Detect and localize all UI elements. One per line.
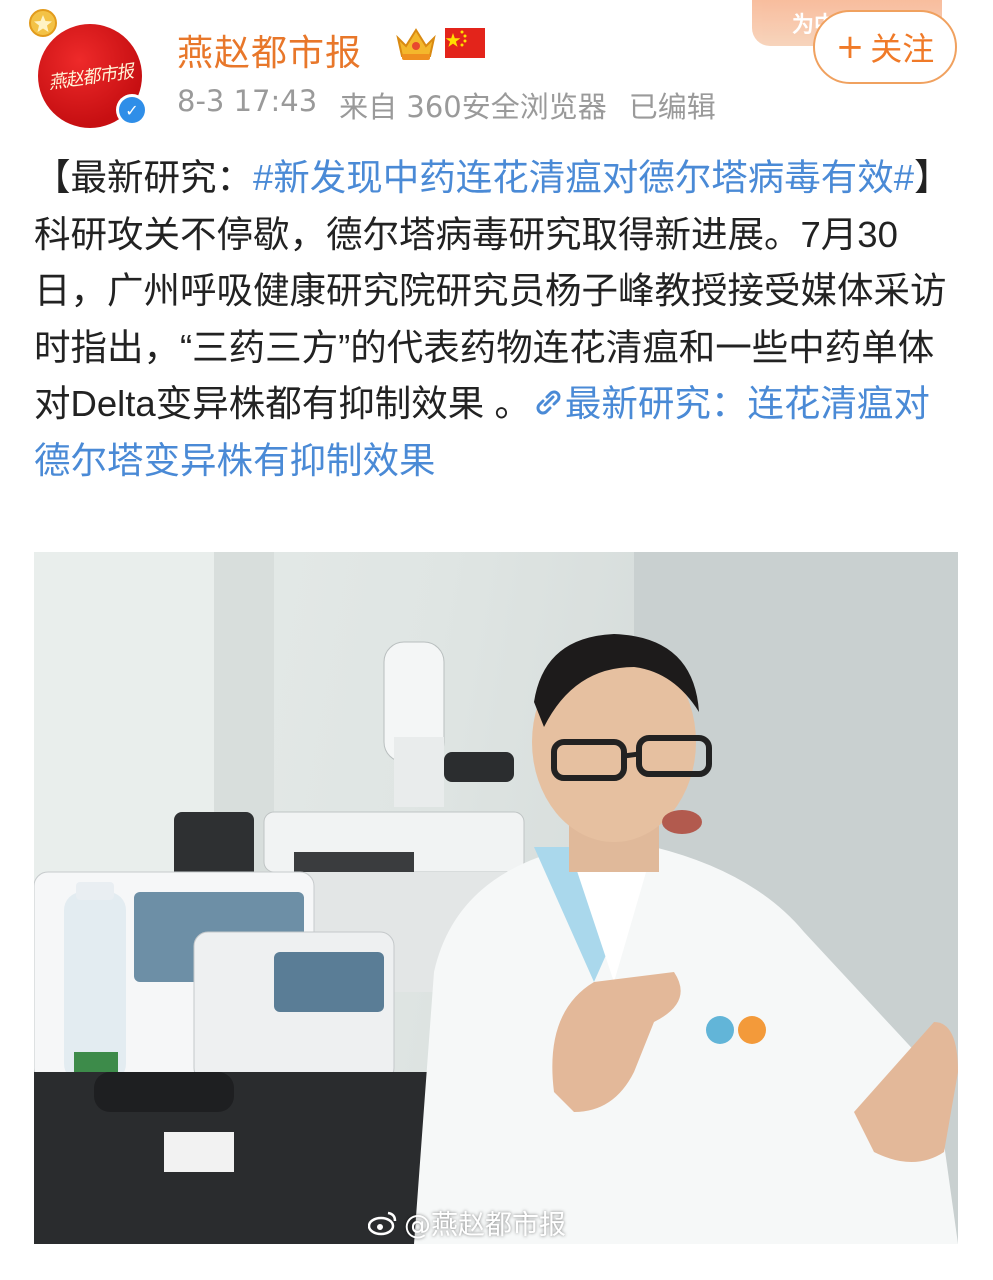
post-time: 8-3 17:43 [177, 84, 318, 118]
link-icon [536, 390, 561, 415]
verified-icon: ✓ [116, 94, 148, 126]
avatar-logo-text: 燕赵都市报 [46, 61, 134, 94]
edited-label[interactable]: 已编辑 [629, 84, 716, 126]
weibo-logo-icon [368, 1211, 397, 1235]
hashtag-link[interactable]: #新发现中药连花清瘟对德尔塔病毒有效# [253, 157, 914, 198]
plus-icon: + [835, 27, 865, 67]
post-text: 【最新研究：#新发现中药连花清瘟对德尔塔病毒有效#】科研攻关不停歇，德尔塔病毒研… [34, 150, 958, 489]
post-prefix: 【最新研究： [34, 157, 253, 198]
post-meta: 8-3 17:43 来自 360安全浏览器 已编辑 [177, 84, 716, 126]
water-bottle [64, 882, 126, 1092]
post-image[interactable] [34, 552, 958, 1244]
avatar-container[interactable]: 燕赵都市报 ✓ [26, 6, 156, 130]
follow-label: 关注 [870, 30, 935, 68]
post-source[interactable]: 来自 360安全浏览器 [339, 84, 607, 126]
watermark-text: @燕赵都市报 [404, 1210, 566, 1241]
lab-scene-illustration [34, 552, 958, 1244]
crown-vip-icon [396, 28, 436, 60]
china-flag-icon [445, 28, 485, 58]
image-watermark: @燕赵都市报 [368, 1203, 566, 1242]
follow-button[interactable]: + 关注 [813, 10, 957, 84]
user-name[interactable]: 燕赵都市报 [177, 24, 362, 76]
medal-icon [29, 9, 57, 37]
